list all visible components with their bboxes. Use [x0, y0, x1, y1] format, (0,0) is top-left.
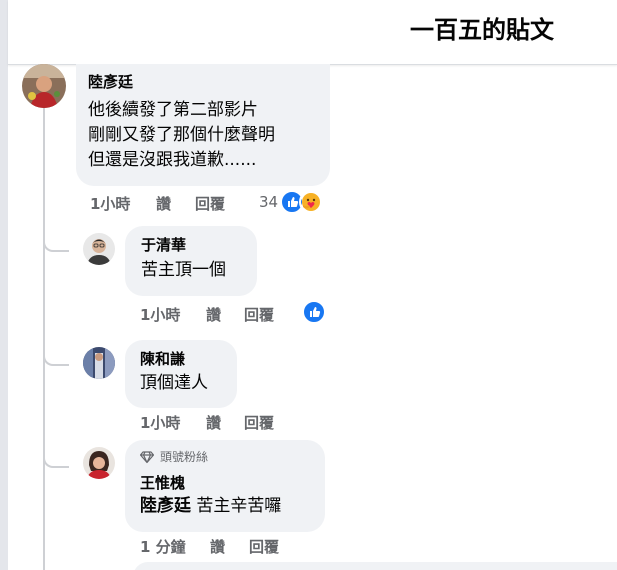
- like-icon: [302, 300, 326, 324]
- thread-connector: [43, 236, 69, 252]
- avatar[interactable]: [83, 447, 115, 479]
- comment-timestamp[interactable]: 1 分鐘: [140, 537, 186, 557]
- care-icon: [299, 190, 324, 214]
- comment-actions: 1小時 讚 回覆: [140, 413, 300, 433]
- post-header: 一百五的貼文: [8, 0, 617, 65]
- like-button[interactable]: 讚: [210, 537, 225, 557]
- reply-button[interactable]: 回覆: [244, 305, 274, 325]
- mention-link[interactable]: 陸彥廷: [140, 496, 191, 516]
- comment-author[interactable]: 陳和謙: [140, 349, 222, 369]
- comment-bubble: 頭號粉絲 王惟槐 陸彥廷 苦主辛苦囉: [125, 440, 325, 532]
- reply-button[interactable]: 回覆: [195, 194, 225, 214]
- comment-bubble-partial: [133, 562, 617, 570]
- like-button[interactable]: 讚: [156, 194, 171, 214]
- thread-connector: [43, 452, 69, 468]
- comment-text-line: 苦主頂一個: [141, 260, 226, 280]
- comment-actions: 1小時 讚 回覆: [140, 305, 300, 325]
- thread-line: [43, 108, 45, 570]
- avatar-photo: [22, 64, 66, 108]
- comment-timestamp[interactable]: 1小時: [90, 194, 130, 214]
- reply-button[interactable]: 回覆: [249, 537, 279, 557]
- comment-bubble: 陳和謙 頂個達人: [125, 340, 237, 408]
- comment-text-line: 陸彥廷 苦主辛苦囉: [140, 494, 310, 519]
- avatar[interactable]: [83, 233, 115, 265]
- reaction-summary[interactable]: 34: [259, 190, 324, 214]
- comment-text: 苦主辛苦囉: [196, 496, 282, 516]
- comment-actions: 1 分鐘 讚 回覆: [140, 537, 300, 557]
- reaction-count: 34: [259, 193, 279, 211]
- comment-author[interactable]: 王惟槐: [140, 473, 310, 493]
- reaction-summary[interactable]: [302, 300, 326, 324]
- avatar-photo: [83, 233, 115, 265]
- comment-text-line: 但還是沒跟我道歉......: [88, 150, 257, 170]
- badge-label: 頭號粉絲: [160, 450, 209, 464]
- diamond-icon: [140, 451, 154, 464]
- comment-author[interactable]: 陸彥廷: [88, 72, 318, 92]
- like-button[interactable]: 讚: [206, 305, 221, 325]
- like-button[interactable]: 讚: [206, 413, 221, 433]
- thread-connector: [43, 350, 69, 366]
- comment-text-line: 剛剛又發了那個什麼聲明: [88, 125, 275, 145]
- post-page: 一百五的貼文 陸彥廷 他後續發了第二部影片 剛剛又發了那個什麼聲明 但還是沒跟我…: [0, 0, 617, 570]
- avatar[interactable]: [83, 347, 115, 379]
- reply-button[interactable]: 回覆: [244, 413, 274, 433]
- avatar-photo: [83, 447, 115, 479]
- left-edge: [0, 0, 8, 570]
- comment-timestamp[interactable]: 1小時: [140, 413, 180, 433]
- comment-bubble: 陸彥廷 他後續發了第二部影片 剛剛又發了那個什麼聲明 但還是沒跟我道歉.....…: [76, 64, 330, 186]
- comment-bubble: 于清華 苦主頂一個: [125, 226, 257, 296]
- avatar-photo: [83, 347, 115, 379]
- comment-text-line: 他後續發了第二部影片: [88, 100, 258, 120]
- comment-text-line: 頂個達人: [140, 373, 208, 393]
- avatar[interactable]: [22, 64, 66, 108]
- comment-timestamp[interactable]: 1小時: [140, 305, 180, 325]
- comment-actions: 1小時 讚 回覆: [90, 194, 250, 214]
- post-title: 一百五的貼文: [410, 16, 554, 44]
- top-fan-badge: 頭號粉絲: [140, 449, 310, 465]
- comment-author[interactable]: 于清華: [141, 235, 241, 255]
